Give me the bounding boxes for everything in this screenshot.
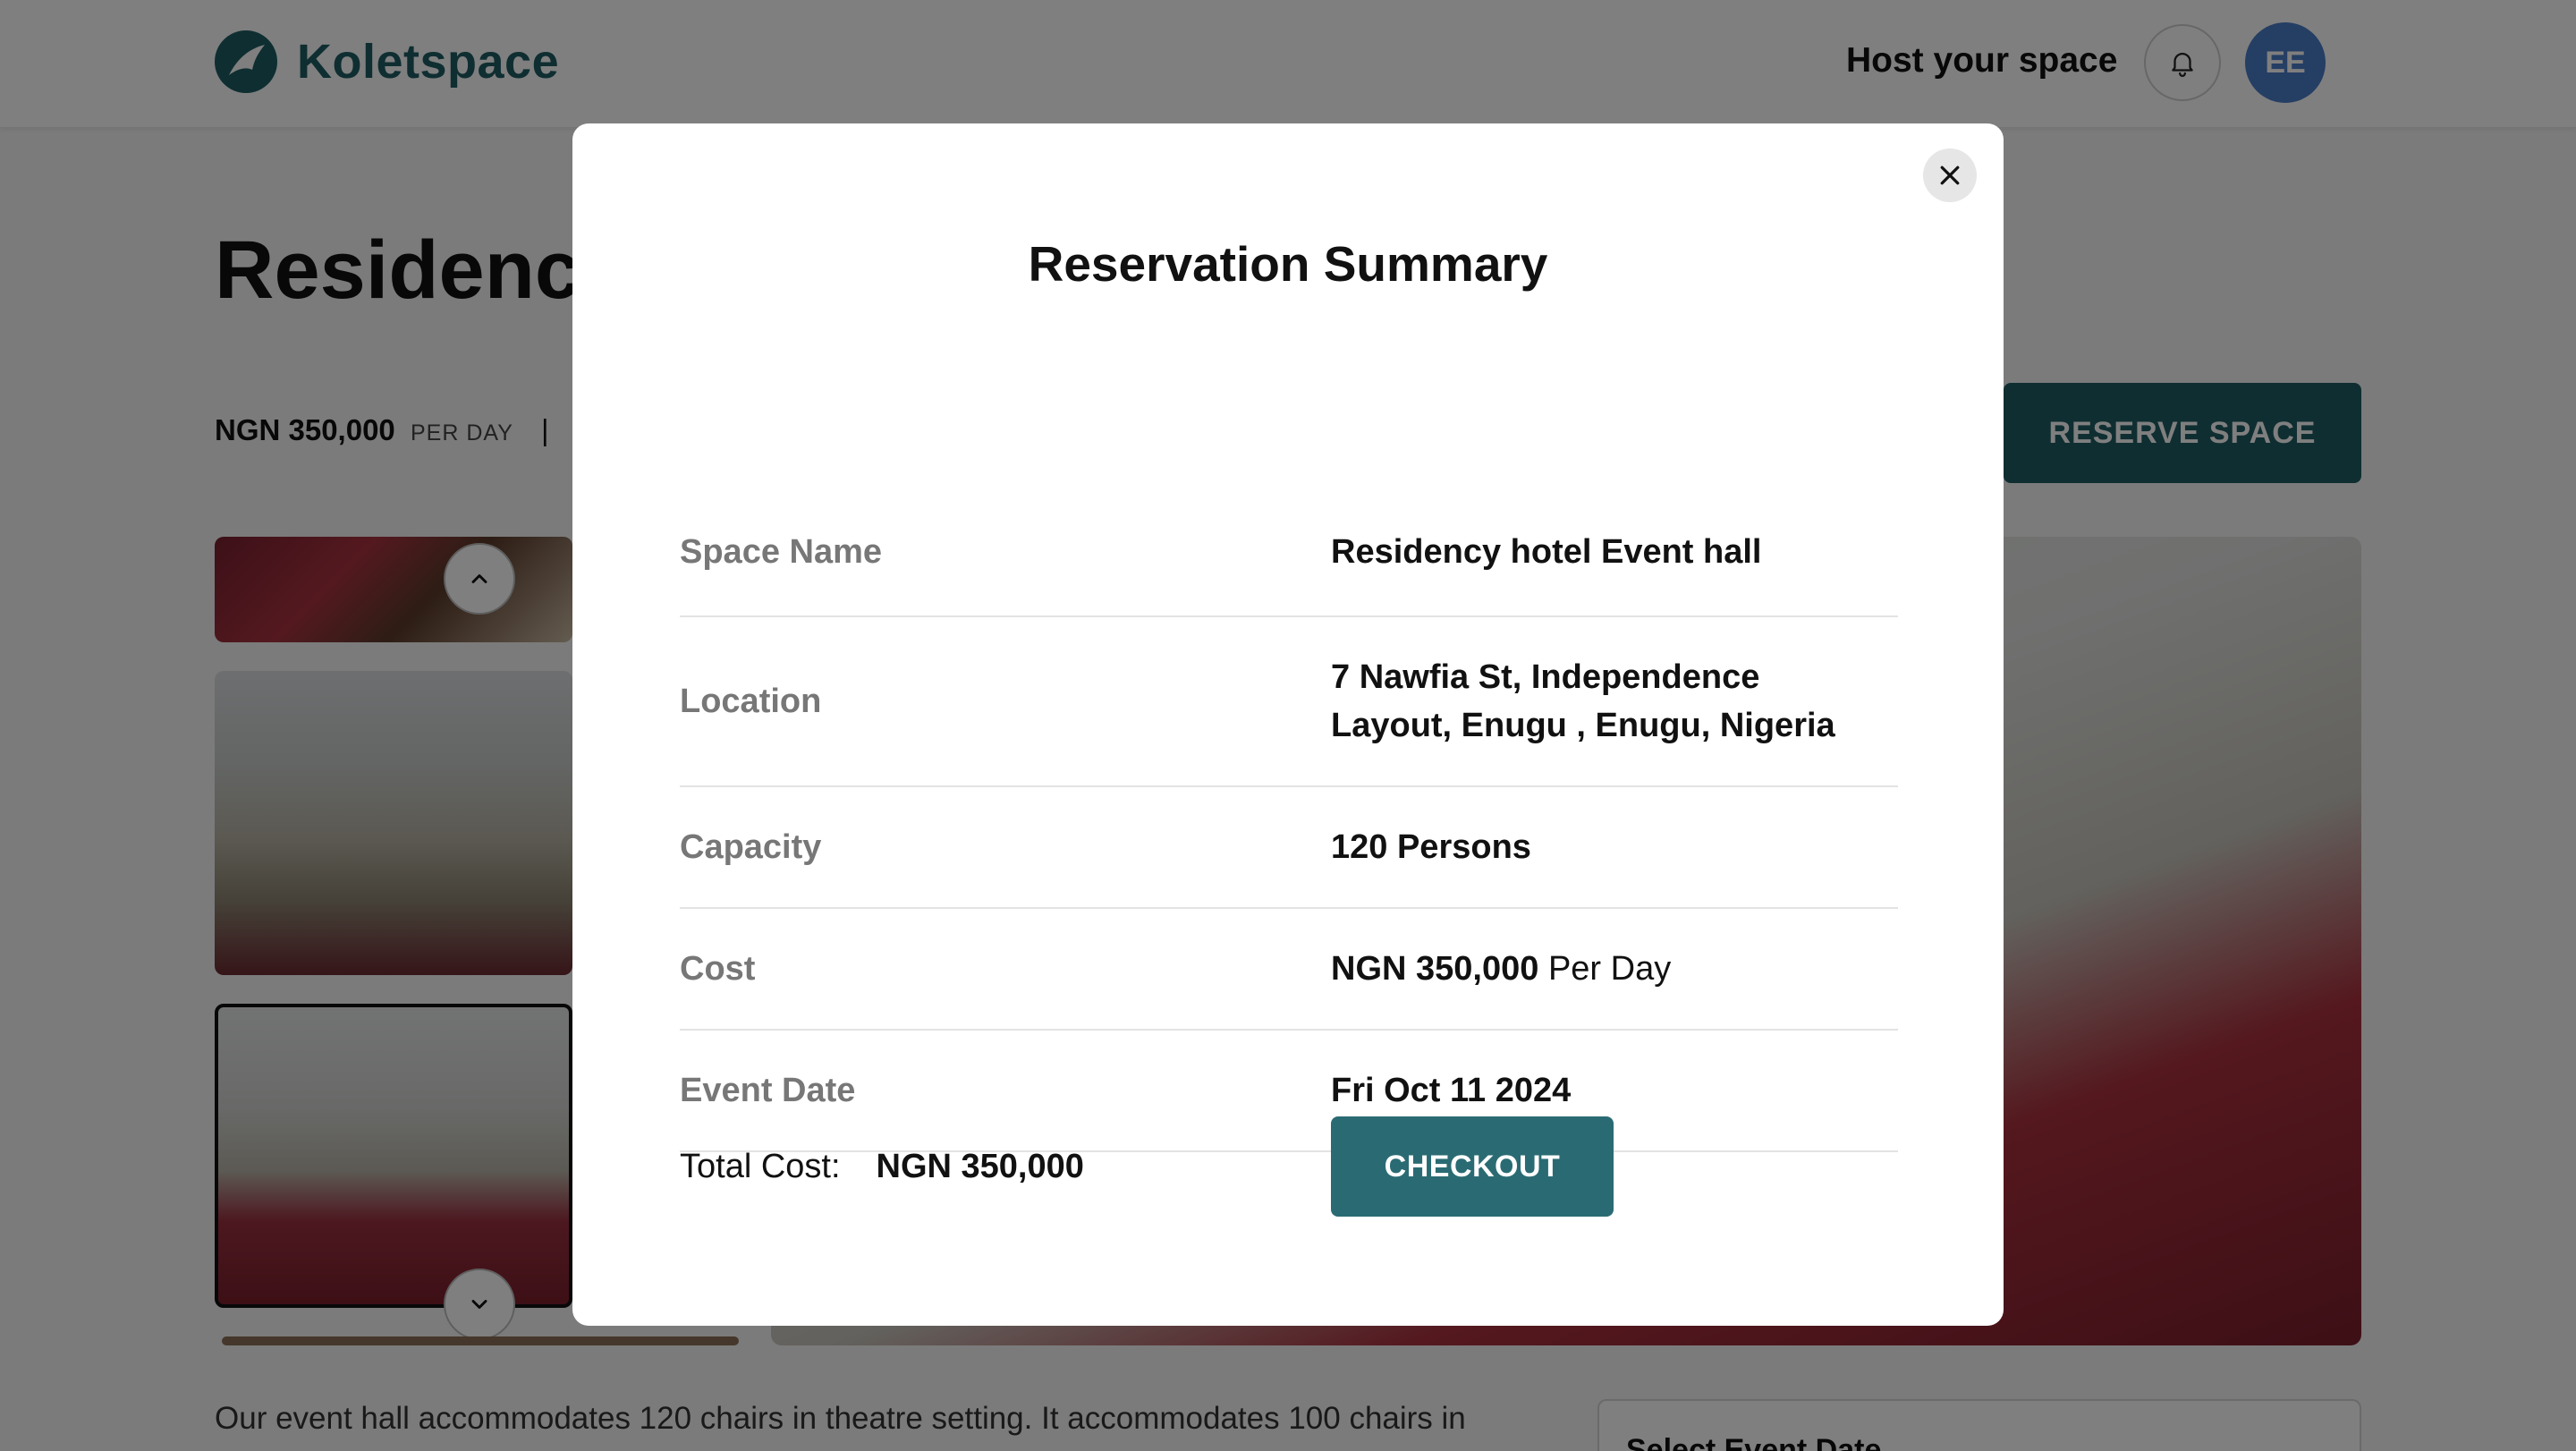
total-cost-value: NGN 350,000 [876,1147,1084,1185]
summary-row-location: Location 7 Nawfia St, Independence Layou… [680,617,1898,787]
total-cost: Total Cost: NGN 350,000 [680,1116,1084,1217]
summary-value: Fri Oct 11 2024 [1331,1072,1572,1109]
summary-value-suffix: Per Day [1547,950,1672,988]
total-cost-label: Total Cost: [680,1147,841,1185]
summary-value-group: NGN 350,000 Per Day [1331,945,1898,993]
summary-label: Event Date [680,1071,856,1109]
summary-row-capacity: Capacity 120 Persons [680,787,1898,909]
summary-row-space-name: Space Name Residency hotel Event hall [680,488,1898,617]
checkout-button[interactable]: CHECKOUT [1331,1116,1614,1217]
summary-value: 120 Persons [1331,828,1531,866]
summary-table: Space Name Residency hotel Event hall Lo… [680,488,1898,1152]
summary-label: Cost [680,949,756,988]
summary-value: NGN 350,000 [1331,950,1539,988]
reservation-summary-modal: Reservation Summary Space Name Residency… [572,123,2004,1326]
summary-row-cost: Cost NGN 350,000 Per Day [680,909,1898,1031]
summary-value: Residency hotel Event hall [1331,533,1762,571]
summary-label: Space Name [680,532,883,571]
summary-value: 7 Nawfia St, Independence Layout, Enugu … [1331,658,1835,744]
close-modal-button[interactable] [1923,148,1977,202]
close-icon [1940,165,1960,185]
summary-label: Location [680,682,822,720]
summary-label: Capacity [680,827,822,866]
modal-title: Reservation Summary [1028,236,1548,292]
